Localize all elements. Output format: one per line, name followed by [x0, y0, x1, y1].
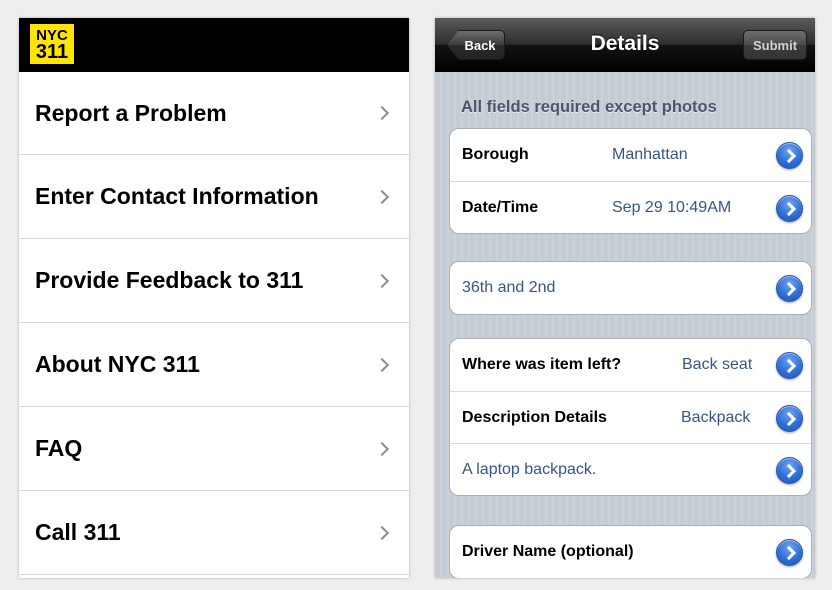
- menu-item-label: About NYC 311: [35, 351, 200, 377]
- borough-datetime-group: Borough Manhattan Date/Time Sep 29 10:49…: [449, 128, 812, 234]
- driver-group: Driver Name (optional): [449, 525, 812, 578]
- chevron-right-icon: [374, 273, 390, 288]
- disclosure-button-icon[interactable]: [776, 195, 803, 222]
- chevron-right-icon: [374, 105, 390, 121]
- description-details-row[interactable]: Description Details Backpack: [450, 391, 811, 443]
- menu-item-contact-information[interactable]: Enter Contact Information: [19, 155, 409, 239]
- details-screen: Back Details Submit All fields required …: [435, 18, 815, 578]
- disclosure-button-icon[interactable]: [776, 275, 803, 302]
- item-left-row[interactable]: Where was item left? Back seat: [450, 339, 811, 391]
- borough-value: Manhattan: [612, 146, 688, 163]
- borough-label: Borough: [462, 146, 529, 163]
- location-group: 36th and 2nd: [449, 261, 812, 315]
- menu-item-label: Report a Problem: [35, 99, 227, 126]
- main-menu-list: Report a Problem Enter Contact Informati…: [19, 72, 409, 575]
- location-value: 36th and 2nd: [462, 279, 556, 296]
- datetime-label: Date/Time: [462, 198, 539, 216]
- menu-item-label: Call 311: [35, 519, 121, 545]
- datetime-value: Sep 29 10:49AM: [612, 198, 732, 216]
- datetime-row[interactable]: Date/Time Sep 29 10:49AM: [450, 181, 811, 233]
- menu-item-about[interactable]: About NYC 311: [19, 323, 409, 407]
- menu-item-faq[interactable]: FAQ: [19, 407, 409, 491]
- item-details-group: Where was item left? Back seat Descripti…: [449, 338, 812, 496]
- driver-name-row[interactable]: Driver Name (optional): [450, 526, 811, 578]
- menu-item-report-problem[interactable]: Report a Problem: [19, 72, 409, 155]
- menu-item-label: Provide Feedback to 311: [35, 267, 304, 293]
- description-details-value: Backpack: [681, 408, 751, 426]
- disclosure-button-icon[interactable]: [776, 142, 803, 169]
- borough-row[interactable]: Borough Manhattan: [450, 129, 811, 181]
- item-left-value: Back seat: [682, 356, 753, 373]
- logo-text-bottom: 311: [35, 41, 69, 63]
- disclosure-button-icon[interactable]: [776, 457, 803, 484]
- chevron-right-icon: [374, 441, 390, 456]
- section-header: All fields required except photos: [461, 98, 717, 116]
- chevron-right-icon: [374, 189, 390, 204]
- menu-item-label: Enter Contact Information: [35, 183, 319, 209]
- description-text-value: A laptop backpack.: [462, 460, 597, 478]
- location-row[interactable]: 36th and 2nd: [450, 262, 811, 314]
- item-left-label: Where was item left?: [462, 356, 622, 373]
- chevron-right-icon: [374, 525, 390, 540]
- menu-item-call-311[interactable]: Call 311: [19, 491, 409, 575]
- driver-name-label: Driver Name (optional): [462, 543, 634, 560]
- navigation-bar: NYC 311: [19, 18, 409, 72]
- navigation-bar: Back Details Submit: [435, 18, 815, 72]
- menu-item-feedback[interactable]: Provide Feedback to 311: [19, 239, 409, 323]
- description-text-row[interactable]: A laptop backpack.: [450, 443, 811, 495]
- disclosure-button-icon[interactable]: [776, 405, 803, 432]
- main-menu-screen: NYC 311 Report a Problem Enter Contact I…: [19, 18, 409, 578]
- menu-item-label: FAQ: [35, 435, 83, 461]
- disclosure-button-icon[interactable]: [776, 539, 803, 566]
- description-details-label: Description Details: [462, 408, 607, 426]
- submit-button[interactable]: Submit: [743, 30, 807, 60]
- nyc-311-logo: NYC 311: [30, 24, 74, 64]
- disclosure-button-icon[interactable]: [776, 352, 803, 379]
- chevron-right-icon: [374, 357, 390, 372]
